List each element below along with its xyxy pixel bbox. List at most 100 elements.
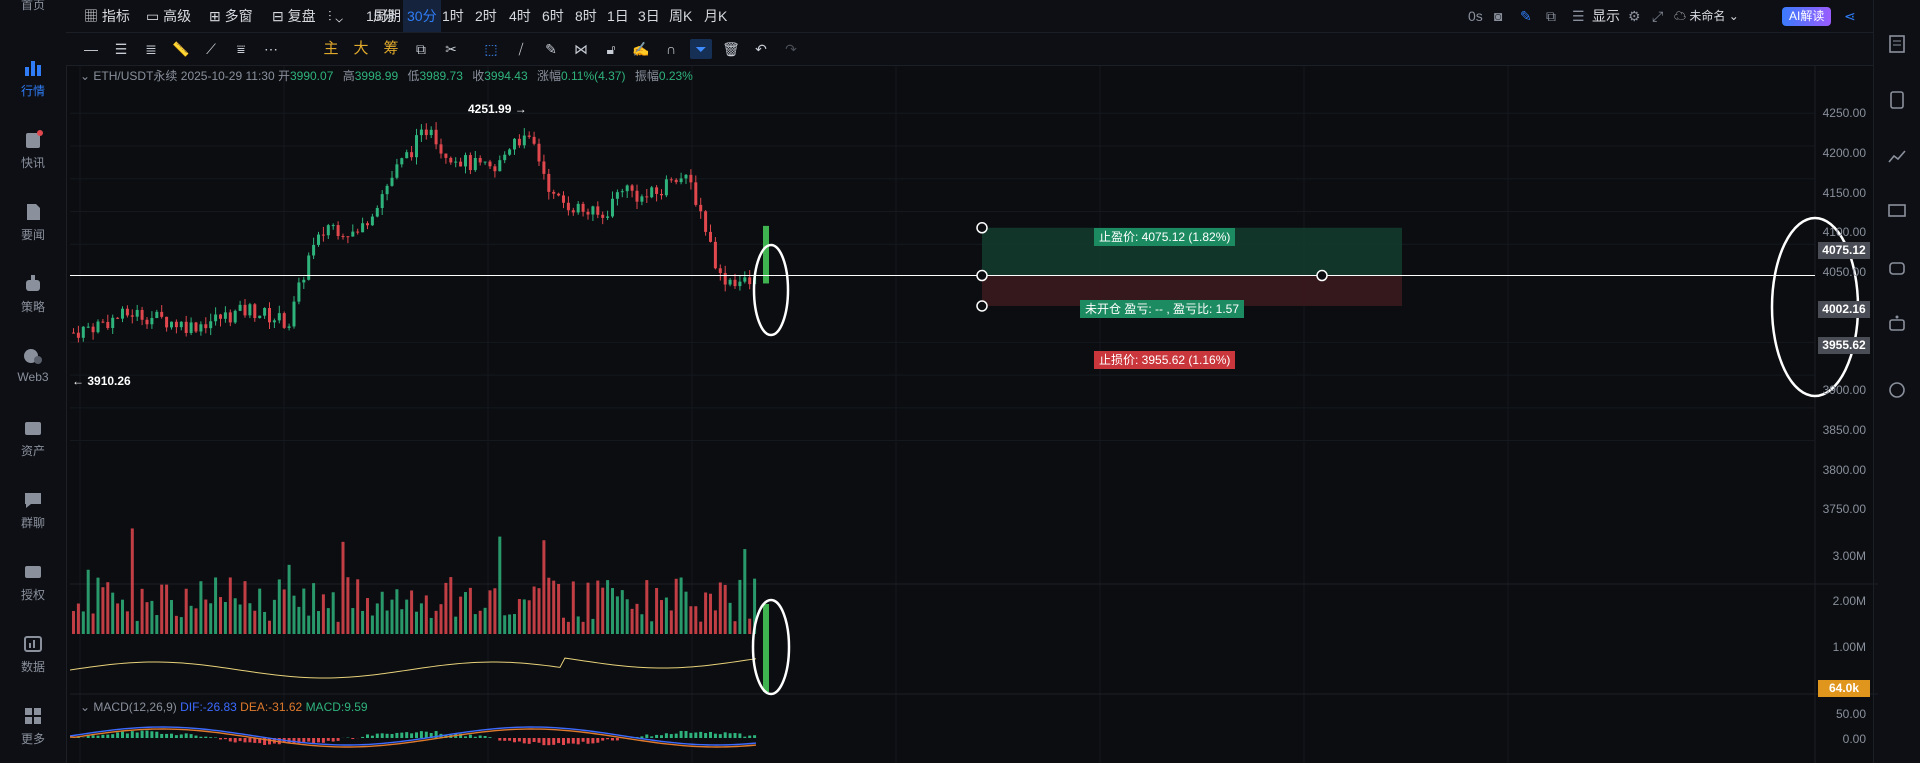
ai-interpret-button[interactable]: AI解读	[1782, 7, 1832, 26]
link-icon[interactable]	[1887, 380, 1907, 400]
measure-icon[interactable]: ⧸	[510, 39, 532, 59]
candle	[542, 161, 546, 174]
gear-icon[interactable]: ⚙	[1628, 0, 1641, 32]
volume-bar	[709, 593, 712, 634]
indicator-button[interactable]: ▦ 指标	[84, 0, 130, 32]
nav-more[interactable]: 更多	[0, 706, 66, 747]
candle	[464, 155, 467, 167]
macd-bar	[170, 733, 173, 738]
orderbook-icon[interactable]	[1887, 34, 1907, 54]
trend-icon[interactable]	[1887, 146, 1907, 166]
candle	[209, 321, 213, 329]
nav-web3[interactable]: Web3	[0, 346, 66, 384]
drag-handle	[976, 300, 988, 312]
fib-icon[interactable]: ⩸	[230, 39, 252, 59]
timeframe-7[interactable]: 1日	[607, 0, 629, 32]
nav-data[interactable]: 数据	[0, 634, 66, 675]
list-icon[interactable]: ☰	[1572, 0, 1585, 32]
nav-strategy[interactable]: 策略	[0, 274, 66, 315]
horizontal-line-icon[interactable]: ―	[80, 39, 102, 59]
timeframe-5[interactable]: 6时	[542, 0, 564, 32]
bot-icon[interactable]	[1887, 258, 1907, 278]
nav-chat[interactable]: 群聊	[0, 490, 66, 531]
undo-icon[interactable]: ↶	[750, 39, 772, 59]
macd-bar	[611, 738, 614, 741]
main-chart-toggle[interactable]: 主	[320, 39, 342, 59]
multi-window-button[interactable]: ⊞ 多窗	[209, 0, 253, 32]
macd-bar	[669, 734, 673, 738]
redo-icon[interactable]: ↷	[780, 39, 802, 59]
timeframe-10[interactable]: 月K	[704, 0, 727, 32]
ruler-icon[interactable]: 📏	[170, 39, 192, 59]
advanced-button[interactable]: ▭ 高级	[146, 0, 191, 32]
pattern-icon[interactable]: ⋈	[570, 39, 592, 59]
chart-type-dropdown[interactable]: ⫶ ⌄	[328, 0, 343, 32]
display-button[interactable]: 显示	[1592, 0, 1620, 32]
nav-news[interactable]: 快讯	[0, 130, 66, 171]
big-order-toggle[interactable]: 大	[350, 39, 372, 59]
nav-authorize[interactable]: 授权	[0, 562, 66, 603]
scissor-icon[interactable]: ✂	[440, 39, 462, 59]
macd-bar	[547, 738, 551, 746]
kline-chart[interactable]	[70, 66, 1878, 763]
cursor-icon[interactable]: ⬚	[480, 39, 502, 59]
parallel-lines-icon[interactable]: ☰	[110, 39, 132, 59]
nav-assets[interactable]: 资产	[0, 418, 66, 459]
pencil-icon[interactable]: ✎	[1520, 0, 1532, 32]
trash-icon[interactable]: 🗑︎	[720, 39, 742, 59]
take-profit-label[interactable]: 止盈价: 4075.12 (1.82%)	[1094, 228, 1236, 246]
timeframe-3[interactable]: 2时	[475, 0, 497, 32]
nav-headlines-label: 要闻	[20, 228, 45, 242]
macd-bar	[689, 732, 693, 738]
trend-line-icon[interactable]: ⟋	[200, 39, 222, 59]
monitor-icon[interactable]	[1887, 202, 1907, 222]
volume-bar	[478, 610, 482, 634]
price-axis-label: 4050.00	[1822, 265, 1866, 279]
nav-headlines[interactable]: 要闻	[0, 202, 66, 243]
chips-toggle[interactable]: 筹	[380, 39, 402, 59]
timeframe-1[interactable]: 30分	[403, 0, 441, 32]
layout-dropdown[interactable]: ☁ 未命名 ⌄	[1674, 0, 1739, 32]
magnet-icon[interactable]: ∩	[660, 39, 682, 59]
volume-bar	[713, 610, 717, 634]
brush-icon[interactable]: ✎	[540, 39, 562, 59]
low-marker: ← 3910.26	[72, 374, 131, 388]
nav-home[interactable]: 首页	[0, 0, 66, 13]
timeframe-9[interactable]: 周K	[669, 0, 692, 32]
channel-icon[interactable]: ≣	[140, 39, 162, 59]
screenshot-icon[interactable]: ⧉	[1546, 0, 1556, 32]
timeframe-4[interactable]: 4时	[509, 0, 531, 32]
more-tools-icon[interactable]: ⋯	[260, 39, 282, 59]
candle	[557, 193, 561, 196]
collapse-icon[interactable]: ⌄	[80, 700, 90, 714]
share-icon[interactable]: ⋖	[1844, 0, 1856, 32]
volume-bar	[150, 600, 154, 634]
volume-bar	[312, 583, 316, 634]
collapse-icon[interactable]: ⌄	[80, 69, 90, 83]
timeframe-6[interactable]: 8时	[575, 0, 597, 32]
macd-bar	[728, 733, 732, 738]
candle	[576, 203, 580, 213]
nav-market[interactable]: 行情	[0, 58, 66, 99]
drag-handle	[976, 269, 988, 282]
edit-icon[interactable]: ✍	[630, 39, 652, 59]
trade-icon[interactable]	[1887, 90, 1907, 110]
replay-button[interactable]: ⊟ 复盘	[272, 0, 316, 32]
volume-bar	[238, 604, 242, 634]
lock-icon[interactable]: 🔓︎	[600, 39, 622, 59]
stop-loss-label[interactable]: 止损价: 3955.62 (1.16%)	[1094, 351, 1236, 369]
timeframe-2[interactable]: 1时	[442, 0, 464, 32]
fullscreen-icon[interactable]: ⤢	[1652, 0, 1663, 32]
camera-icon[interactable]: ◙	[1494, 0, 1502, 32]
volume-bar	[640, 614, 644, 634]
macd-dea-line	[70, 728, 757, 748]
compare-icon[interactable]: ⧉	[410, 39, 432, 59]
timeframe-0[interactable]: 15分	[366, 0, 396, 32]
nav-strategy-label: 策略	[20, 300, 45, 314]
filter-icon[interactable]: ⏷	[690, 39, 712, 59]
top-toolbar: ▦ 指标 ▭ 高级 ⊞ 多窗 ⊟ 复盘 ⫶ ⌄ 周期 ⌄ 15分30分1时2时4…	[66, 0, 1873, 33]
position-status-label[interactable]: 未开仓 盈亏: -- , 盈亏比: 1.57	[1080, 300, 1245, 318]
volume-bar	[140, 588, 144, 634]
robot-icon[interactable]	[1887, 314, 1907, 334]
timeframe-8[interactable]: 3日	[638, 0, 660, 32]
